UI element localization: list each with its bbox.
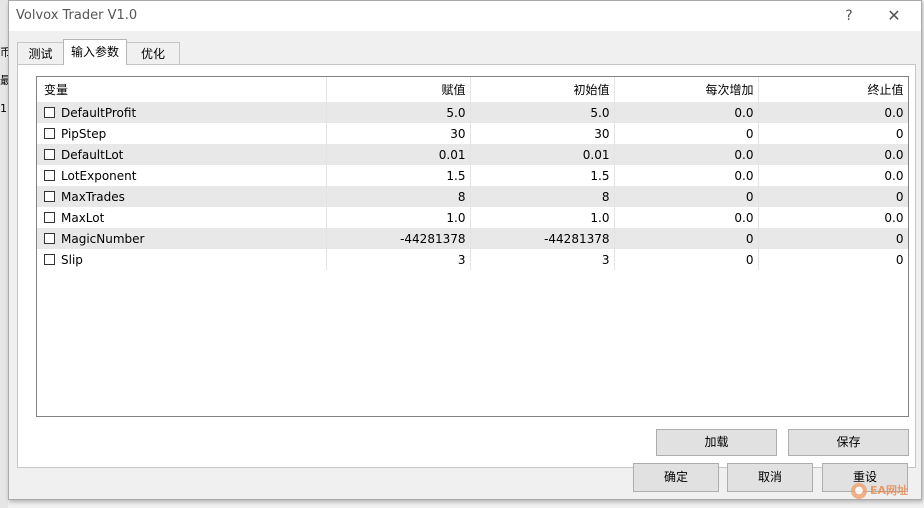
table-row[interactable]: DefaultProfit 5.0 5.0 0.0 0.0 <box>37 102 908 123</box>
stop-cell[interactable]: 0.0 <box>758 144 908 165</box>
stop-cell[interactable]: 0.0 <box>758 165 908 186</box>
step-cell[interactable]: 0 <box>614 228 759 249</box>
value-cell[interactable]: 1.5 <box>326 165 471 186</box>
optimize-checkbox[interactable] <box>44 169 55 181</box>
stop-cell[interactable]: 0 <box>758 228 908 249</box>
step-cell[interactable]: 0.0 <box>614 144 759 165</box>
stop-cell[interactable]: 0 <box>758 186 908 207</box>
variable-name: LotExponent <box>61 168 137 183</box>
value-cell[interactable]: 5.0 <box>326 102 471 123</box>
variable-cell: DefaultProfit <box>37 102 327 123</box>
tab-optimization[interactable]: 优化 <box>126 42 180 64</box>
background-window-strip: 币 最 1 <box>0 0 11 508</box>
stop-cell[interactable]: 0.0 <box>758 207 908 228</box>
stop-cell[interactable]: 0 <box>758 123 908 144</box>
tab-inputs[interactable]: 输入参数 <box>63 39 127 65</box>
step-cell[interactable]: 0 <box>614 186 759 207</box>
start-cell[interactable]: 0.01 <box>470 144 615 165</box>
value-cell[interactable]: 8 <box>326 186 471 207</box>
value-cell[interactable]: -44281378 <box>326 228 471 249</box>
optimize-checkbox[interactable] <box>44 106 55 118</box>
title-bar[interactable]: Volvox Trader V1.0 ? ✕ <box>9 1 921 31</box>
value-cell[interactable]: 30 <box>326 123 471 144</box>
column-header-value[interactable]: 赋值 <box>326 77 471 102</box>
variable-cell: DefaultLot <box>37 144 327 165</box>
table-row[interactable]: MagicNumber -44281378 -44281378 0 0 <box>37 228 908 249</box>
table-row[interactable]: MaxTrades 8 8 0 0 <box>37 186 908 207</box>
expert-properties-dialog: Volvox Trader V1.0 ? ✕ 测试 输入参数 优化 变量 赋值 … <box>8 0 922 500</box>
start-cell[interactable]: 30 <box>470 123 615 144</box>
start-cell[interactable]: -44281378 <box>470 228 615 249</box>
ok-button[interactable]: 确定 <box>633 463 719 492</box>
start-cell[interactable]: 8 <box>470 186 615 207</box>
optimize-checkbox[interactable] <box>44 127 55 139</box>
step-cell[interactable]: 0.0 <box>614 207 759 228</box>
watermark-text: EA网址 <box>870 484 909 497</box>
variable-cell: MagicNumber <box>37 228 327 249</box>
variable-name: MaxLot <box>61 210 105 225</box>
parameters-table: 变量 赋值 初始值 每次增加 终止值 DefaultProfit 5.0 5.0… <box>36 76 909 417</box>
optimize-checkbox[interactable] <box>44 190 55 202</box>
optimize-checkbox[interactable] <box>44 232 55 244</box>
close-button[interactable]: ✕ <box>882 5 906 27</box>
stop-cell[interactable]: 0.0 <box>758 102 908 123</box>
value-cell[interactable]: 3 <box>326 249 471 270</box>
value-cell[interactable]: 0.01 <box>326 144 471 165</box>
inputs-panel: 变量 赋值 初始值 每次增加 终止值 DefaultProfit 5.0 5.0… <box>17 64 916 468</box>
table-row[interactable]: PipStep 30 30 0 0 <box>37 123 908 144</box>
column-header-variable[interactable]: 变量 <box>37 77 327 102</box>
step-cell[interactable]: 0.0 <box>614 102 759 123</box>
background-fragment: 1 <box>0 102 7 115</box>
save-button[interactable]: 保存 <box>788 429 909 456</box>
column-header-start[interactable]: 初始值 <box>470 77 615 102</box>
table-row[interactable]: LotExponent 1.5 1.5 0.0 0.0 <box>37 165 908 186</box>
variable-name: MaxTrades <box>61 189 125 204</box>
optimize-checkbox[interactable] <box>44 253 55 265</box>
step-cell[interactable]: 0 <box>614 123 759 144</box>
step-cell[interactable]: 0.0 <box>614 165 759 186</box>
column-header-step[interactable]: 每次增加 <box>614 77 759 102</box>
start-cell[interactable]: 5.0 <box>470 102 615 123</box>
watermark: ● EA网址 <box>851 482 908 500</box>
table-row[interactable]: Slip 3 3 0 0 <box>37 249 908 270</box>
variable-cell: MaxTrades <box>37 186 327 207</box>
table-row[interactable]: MaxLot 1.0 1.0 0.0 0.0 <box>37 207 908 228</box>
watermark-logo-icon: ● <box>851 483 867 499</box>
variable-cell: MaxLot <box>37 207 327 228</box>
load-button[interactable]: 加载 <box>656 429 777 456</box>
variable-cell: LotExponent <box>37 165 327 186</box>
start-cell[interactable]: 1.5 <box>470 165 615 186</box>
step-cell[interactable]: 0 <box>614 249 759 270</box>
help-button[interactable]: ? <box>838 5 860 27</box>
cancel-button[interactable]: 取消 <box>727 463 813 492</box>
optimize-checkbox[interactable] <box>44 211 55 223</box>
stop-cell[interactable]: 0 <box>758 249 908 270</box>
start-cell[interactable]: 1.0 <box>470 207 615 228</box>
optimize-checkbox[interactable] <box>44 148 55 160</box>
column-header-stop[interactable]: 终止值 <box>758 77 908 102</box>
variable-name: DefaultProfit <box>61 105 137 120</box>
variable-name: PipStep <box>61 126 107 141</box>
variable-name: Slip <box>61 252 83 267</box>
variable-name: DefaultLot <box>61 147 124 162</box>
start-cell[interactable]: 3 <box>470 249 615 270</box>
variable-cell: Slip <box>37 249 327 270</box>
variable-name: MagicNumber <box>61 231 145 246</box>
variable-cell: PipStep <box>37 123 327 144</box>
table-row[interactable]: DefaultLot 0.01 0.01 0.0 0.0 <box>37 144 908 165</box>
window-title: Volvox Trader V1.0 <box>16 8 138 23</box>
value-cell[interactable]: 1.0 <box>326 207 471 228</box>
table-header-row: 变量 赋值 初始值 每次增加 终止值 <box>37 77 908 102</box>
tab-testing[interactable]: 测试 <box>17 42 64 64</box>
